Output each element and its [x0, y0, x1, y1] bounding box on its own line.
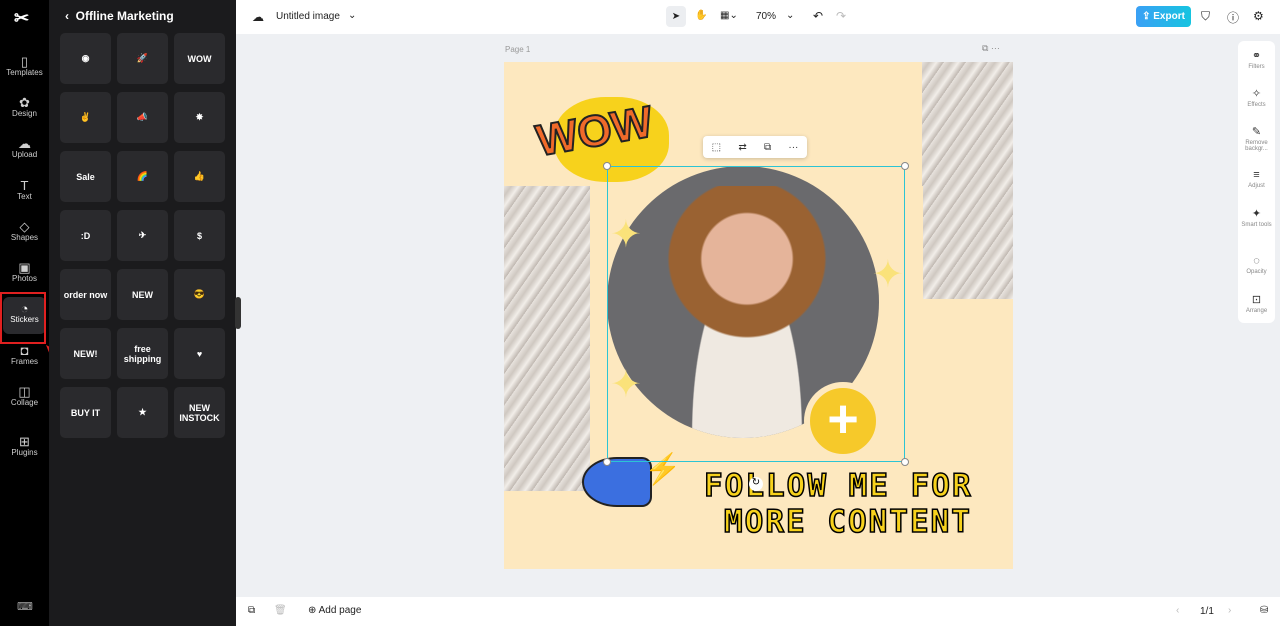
rail-label: Plugins — [11, 448, 38, 457]
tool-remove[interactable]: ✎ Remove backgr... — [1238, 125, 1275, 152]
keyboard-icon[interactable]: ⌨ — [17, 600, 33, 613]
sticker-item[interactable]: 📣 — [117, 92, 168, 143]
tool-label: Remove backgr... — [1245, 140, 1268, 152]
smart-icon: ✦ — [1251, 208, 1262, 220]
select-tool-icon[interactable]: ➤ — [666, 6, 686, 27]
selection-box[interactable] — [607, 166, 905, 462]
crop-icon[interactable]: ⬚ — [712, 142, 721, 153]
undo-icon[interactable]: ↶ — [813, 9, 823, 23]
resize-handle[interactable] — [901, 162, 909, 170]
sticker-item[interactable]: ✌ — [60, 92, 111, 143]
tool-label: Effects — [1247, 102, 1266, 108]
delete-icon[interactable]: 🗑 — [274, 605, 287, 616]
settings-icon[interactable]: ⚙ — [1253, 9, 1264, 23]
shield-icon[interactable]: ⛉ — [1201, 9, 1210, 24]
sticker-item[interactable]: ✈ — [117, 210, 168, 261]
tool-smart[interactable]: ✦ Smart tools — [1238, 207, 1275, 228]
next-page-icon[interactable]: › — [1228, 605, 1231, 616]
resize-handle[interactable] — [901, 458, 909, 466]
sticker-item[interactable]: 🚀 — [117, 33, 168, 84]
sticker-item[interactable]: :D — [60, 210, 111, 261]
top-bar: ☁ Untitled image ⌄ ➤ ✋ ▦⌄ 70% ⌄ ↶ ↷ ⇪ Ex… — [236, 0, 1280, 34]
sticker-item[interactable]: 👍 — [174, 151, 225, 202]
cloud-icon[interactable]: ☁ — [252, 10, 264, 24]
effects-icon: ✧ — [1251, 88, 1262, 100]
page-counter: 1/1 — [1200, 606, 1214, 617]
add-page-label: Add page — [318, 605, 362, 616]
page-label: Page 1 — [505, 45, 531, 54]
sticker-item[interactable]: 🌈 — [117, 151, 168, 202]
sticker-item[interactable]: ★ — [117, 387, 168, 438]
rotate-handle-icon[interactable]: ↻ — [749, 477, 763, 491]
sticker-item[interactable]: NEW — [117, 269, 168, 320]
sticker-item[interactable]: Sale — [60, 151, 111, 202]
sticker-item[interactable]: WOW — [174, 33, 225, 84]
arrange-icon: ⊡ — [1251, 294, 1262, 306]
sticker-item[interactable]: ◉ — [60, 33, 111, 84]
replace-icon[interactable]: ⇄ — [738, 142, 746, 153]
fabric-image-left[interactable] — [504, 186, 590, 491]
sticker-item[interactable]: 😎 — [174, 269, 225, 320]
sticker-item[interactable]: NEW! — [60, 328, 111, 379]
tool-label: Smart tools — [1241, 222, 1272, 228]
export-button[interactable]: ⇪ Export — [1136, 6, 1191, 27]
export-label: Export — [1153, 11, 1185, 22]
stickers-panel: ‹ Offline Marketing ◉ 🚀 WOW ✌ 📣 ✸ Sale 🌈 👍 :D ✈ $ or… — [49, 0, 236, 626]
remove-icon: ✎ — [1251, 126, 1262, 138]
tool-adjust[interactable]: ≡ Adjust — [1238, 169, 1275, 189]
right-tools-panel: ⚭ Filters ✧ Effects ✎ Remove backgr... ≡ Adjust… — [1238, 41, 1275, 323]
add-page-button[interactable]: ⊕ Add page — [308, 605, 361, 616]
help-icon[interactable]: ⓘ — [1227, 9, 1239, 26]
bottom-bar: ⧉ 🗑 ⊕ Add page ‹ 1/1 › ⛁ — [236, 597, 1280, 626]
chevron-down-icon[interactable]: ⌄ — [348, 10, 356, 21]
sticker-item[interactable]: ✸ — [174, 92, 225, 143]
sticker-item[interactable]: free shipping — [117, 328, 168, 379]
layout-icon[interactable]: ▦⌄ — [720, 10, 738, 21]
prev-page-icon[interactable]: ‹ — [1176, 605, 1179, 616]
tool-arrange[interactable]: ⊡ Arrange — [1238, 293, 1275, 314]
tool-filters[interactable]: ⚭ Filters — [1238, 49, 1275, 70]
sticker-item[interactable]: BUY IT — [60, 387, 111, 438]
tool-label: Filters — [1248, 64, 1265, 70]
hand-tool-icon[interactable]: ✋ — [695, 10, 707, 21]
zoom-chevron-icon[interactable]: ⌄ — [786, 10, 794, 21]
panel-title: Offline Marketing — [75, 9, 174, 23]
sticker-item[interactable]: ♥ — [174, 328, 225, 379]
fabric-image-top-right[interactable] — [922, 62, 1013, 299]
tool-opacity[interactable]: ◌ Opacity — [1238, 255, 1275, 275]
context-toolbar: ⬚ ⇄ ⧉ ··· — [703, 136, 807, 158]
redo-icon[interactable]: ↷ — [836, 9, 846, 23]
panel-collapse-handle[interactable] — [235, 297, 241, 329]
pages-icon[interactable]: ⧉ — [248, 605, 255, 616]
resize-handle[interactable] — [603, 458, 611, 466]
page-options-icon[interactable]: ⧉ ··· — [982, 43, 1000, 54]
more-icon[interactable]: ··· — [788, 142, 798, 153]
sticker-item[interactable]: order now — [60, 269, 111, 320]
sticker-item[interactable]: NEW INSTOCK — [174, 387, 225, 438]
tool-label: Arrange — [1245, 308, 1268, 314]
headline-line1[interactable]: FOLLOW ME FOR — [703, 467, 973, 505]
megaphone-sticker[interactable] — [582, 457, 652, 507]
opacity-icon: ◌ — [1253, 255, 1260, 267]
panel-header[interactable]: ‹ Offline Marketing — [65, 9, 174, 23]
tool-label: Adjust — [1248, 183, 1265, 189]
tool-effects[interactable]: ✧ Effects — [1238, 87, 1275, 108]
layers-icon[interactable]: ⛁ — [1260, 605, 1268, 616]
sticker-grid: ◉ 🚀 WOW ✌ 📣 ✸ Sale 🌈 👍 :D ✈ $ order now NEW 😎 NEW! free … — [60, 33, 225, 438]
sticker-item[interactable]: $ — [174, 210, 225, 261]
tool-label: Opacity — [1246, 269, 1267, 275]
filters-icon: ⚭ — [1251, 50, 1262, 62]
file-title[interactable]: Untitled image — [276, 11, 340, 22]
adjust-icon: ≡ — [1253, 169, 1260, 181]
zoom-level[interactable]: 70% — [756, 11, 776, 22]
duplicate-icon[interactable]: ⧉ — [764, 142, 771, 153]
resize-handle[interactable] — [603, 162, 611, 170]
headline-line2[interactable]: MORE CONTENT — [723, 503, 972, 541]
